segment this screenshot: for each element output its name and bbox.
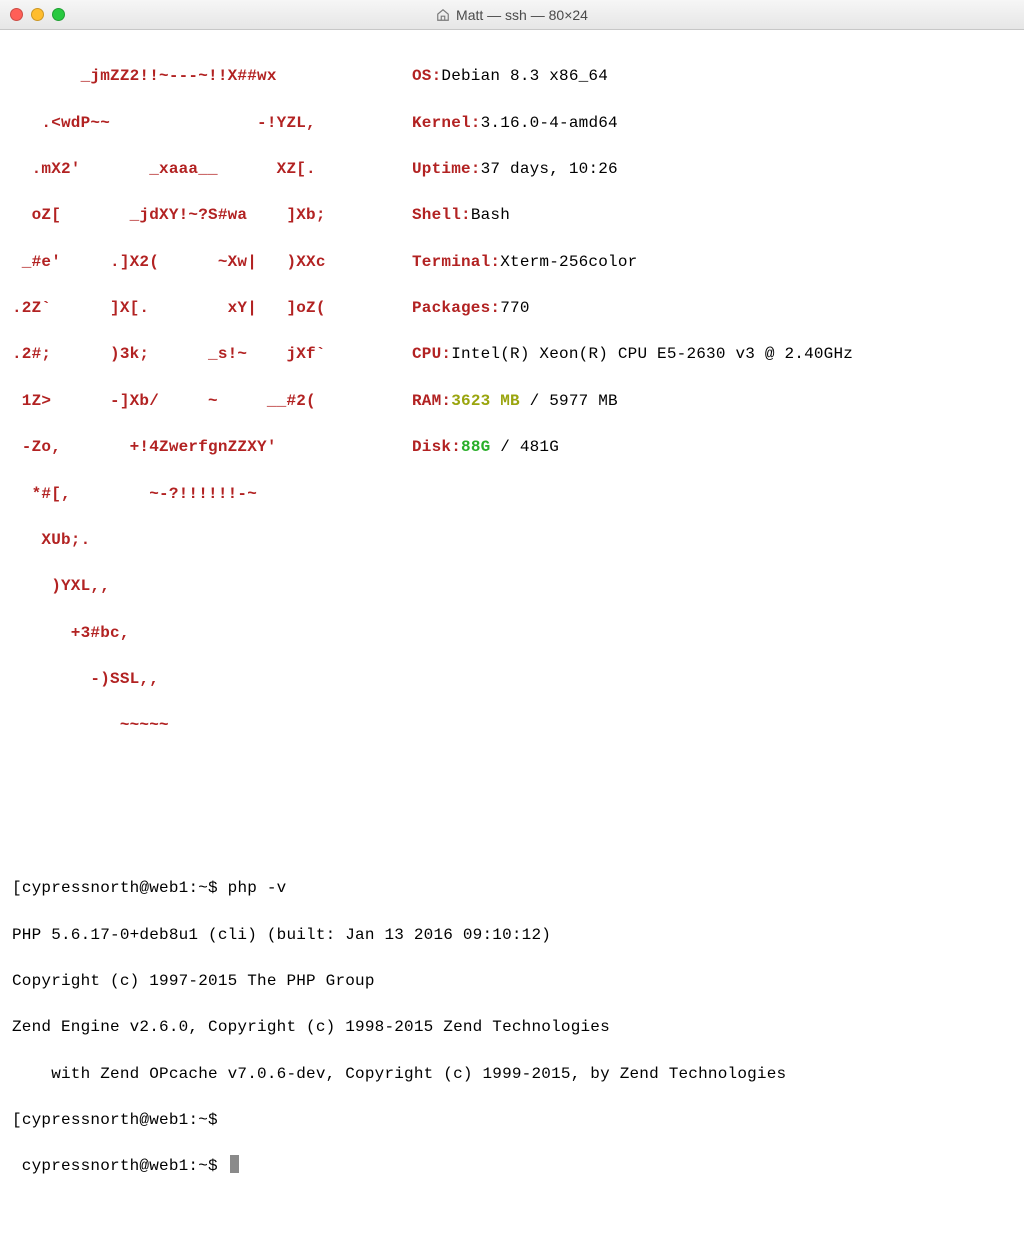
minimize-icon[interactable] — [31, 8, 44, 21]
shell-output: Zend Engine v2.6.0, Copyright (c) 1998-2… — [12, 1016, 610, 1039]
packages-label: Packages: — [412, 297, 500, 320]
ascii-art-line: 1Z> -]Xb/ ~ __#2( — [12, 390, 412, 413]
shell-output: PHP 5.6.17-0+deb8u1 (cli) (built: Jan 13… — [12, 924, 551, 947]
cpu-value: Intel(R) Xeon(R) CPU E5-2630 v3 @ 2.40GH… — [451, 343, 853, 366]
prompt-bracket: [ — [12, 1109, 22, 1132]
ascii-art-line: ~~~~~ — [12, 714, 412, 737]
ascii-art-line: -)SSL,, — [12, 668, 412, 691]
ascii-art-line: oZ[ _jdXY!~?S#wa ]Xb; — [12, 204, 412, 227]
ascii-art-line: -Zo, +!4ZwerfgnZZXY' — [12, 436, 412, 459]
window-title: Matt — ssh — 80×24 — [456, 7, 588, 23]
cursor-icon — [230, 1155, 239, 1173]
home-icon — [436, 8, 450, 22]
ram-total: 5977 MB — [549, 390, 618, 413]
ascii-art-line: .2#; )3k; _s!~ jXf` — [12, 343, 412, 366]
terminal-label: Terminal: — [412, 251, 500, 274]
window-titlebar: Matt — ssh — 80×24 — [0, 0, 1024, 30]
ascii-art-line: _#e' .]X2( ~Xw| )XXc — [12, 251, 412, 274]
ascii-art-line: +3#bc, — [12, 622, 412, 645]
traffic-lights — [10, 8, 65, 21]
shell-output: with Zend OPcache v7.0.6-dev, Copyright … — [12, 1063, 786, 1086]
ram-sep: / — [520, 390, 549, 413]
cpu-label: CPU: — [412, 343, 451, 366]
ascii-art-line: .2Z` ]X[. xY| ]oZ( — [12, 297, 412, 320]
kernel-label: Kernel: — [412, 112, 481, 135]
maximize-icon[interactable] — [52, 8, 65, 21]
shell-label: Shell: — [412, 204, 471, 227]
kernel-value: 3.16.0-4-amd64 — [481, 112, 618, 135]
prompt-bracket: [ — [12, 877, 22, 900]
terminal-value: Xterm-256color — [500, 251, 637, 274]
uptime-label: Uptime: — [412, 158, 481, 181]
disk-total: 481G — [520, 436, 559, 459]
shell-value: Bash — [471, 204, 510, 227]
os-value: Debian 8.3 x86_64 — [441, 65, 608, 88]
ascii-art-line: .mX2' _xaaa__ XZ[. — [12, 158, 412, 181]
packages-value: 770 — [500, 297, 529, 320]
ascii-art-line: )YXL,, — [12, 575, 412, 598]
ascii-art-line: XUb;. — [12, 529, 412, 552]
ascii-art-line: .<wdP~~ -!YZL, — [12, 112, 412, 135]
ascii-art-line: *#[, ~-?!!!!!!-~ — [12, 483, 412, 506]
shell-output: Copyright (c) 1997-2015 The PHP Group — [12, 970, 375, 993]
ram-used: 3623 MB — [451, 390, 520, 413]
shell-prompt: cypressnorth@web1:~$ — [22, 877, 228, 900]
shell-prompt: cypressnorth@web1:~$ — [22, 1109, 218, 1132]
shell-command: php -v — [228, 877, 287, 900]
os-label: OS: — [412, 65, 441, 88]
disk-label: Disk: — [412, 436, 461, 459]
ram-label: RAM: — [412, 390, 451, 413]
ascii-art-line: _jmZZ2!!~---~!!X##wx — [12, 65, 412, 88]
disk-used: 88G — [461, 436, 490, 459]
terminal-body[interactable]: _jmZZ2!!~---~!!X##wxOS: Debian 8.3 x86_6… — [0, 30, 1024, 1248]
uptime-value: 37 days, 10:26 — [481, 158, 618, 181]
shell-prompt: cypressnorth@web1:~$ — [12, 1155, 228, 1178]
disk-sep: / — [490, 436, 519, 459]
close-icon[interactable] — [10, 8, 23, 21]
